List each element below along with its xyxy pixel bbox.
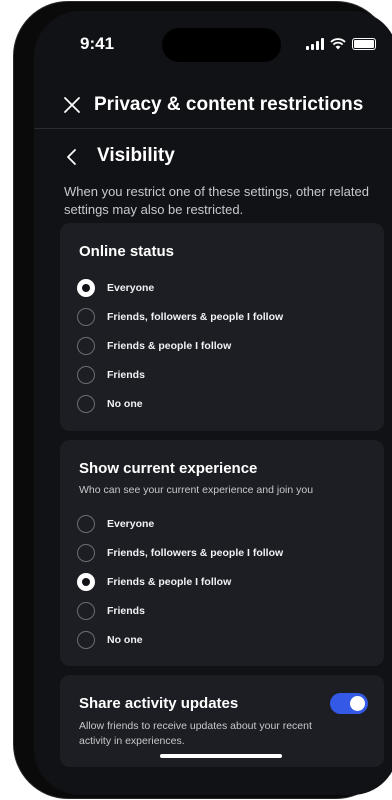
radio-selected[interactable] — [77, 573, 95, 591]
option-label: Friends — [107, 605, 145, 617]
radio-selected[interactable] — [77, 279, 95, 297]
experience-option-friends-followers-following[interactable]: Friends, followers & people I follow — [77, 542, 367, 564]
option-label: Friends — [107, 369, 145, 381]
page-title: Privacy & content restrictions — [94, 94, 364, 115]
radio-unselected[interactable] — [77, 395, 95, 413]
online-status-option-no-one[interactable]: No one — [77, 393, 367, 415]
radio-unselected[interactable] — [77, 337, 95, 355]
current-experience-subtitle: Who can see your current experience and … — [79, 484, 314, 496]
activity-updates-title: Share activity updates — [79, 695, 239, 712]
phone-frame: 9:41 Privacy & content restrictions Visi… — [14, 2, 392, 798]
option-label: Friends, followers & people I follow — [107, 311, 284, 323]
online-status-option-friends-following[interactable]: Friends & people I follow — [77, 335, 367, 357]
home-indicator[interactable] — [160, 754, 282, 758]
radio-unselected[interactable] — [77, 366, 95, 384]
app-screen: 9:41 Privacy & content restrictions Visi… — [34, 11, 392, 795]
online-status-title: Online status — [79, 243, 175, 260]
close-icon[interactable] — [62, 95, 82, 115]
option-label: No one — [107, 398, 143, 410]
cellular-signal-icon — [306, 38, 324, 50]
radio-unselected[interactable] — [77, 515, 95, 533]
section-title: Visibility — [97, 145, 175, 166]
radio-unselected[interactable] — [77, 631, 95, 649]
section-description: When you restrict one of these settings,… — [64, 184, 369, 217]
radio-unselected[interactable] — [77, 544, 95, 562]
option-label: Friends, followers & people I follow — [107, 547, 284, 559]
top-bar: Privacy & content restrictions — [34, 85, 392, 129]
option-label: Everyone — [107, 282, 155, 294]
experience-option-friends-following[interactable]: Friends & people I follow — [77, 571, 367, 593]
experience-option-everyone[interactable]: Everyone — [77, 513, 367, 535]
current-experience-card: Show current experience Who can see your… — [60, 440, 384, 666]
radio-unselected[interactable] — [77, 308, 95, 326]
current-experience-title: Show current experience — [79, 460, 258, 477]
experience-option-no-one[interactable]: No one — [77, 629, 367, 651]
online-status-option-friends[interactable]: Friends — [77, 364, 367, 386]
status-time: 9:41 — [80, 34, 115, 53]
chevron-left-icon[interactable] — [64, 148, 80, 166]
dynamic-island — [162, 28, 281, 62]
status-icons — [306, 38, 376, 50]
wifi-icon — [330, 38, 346, 50]
activity-updates-subtitle: Allow friends to receive updates about y… — [79, 720, 312, 747]
radio-unselected[interactable] — [77, 602, 95, 620]
activity-updates-toggle[interactable] — [330, 693, 368, 714]
battery-icon — [352, 38, 376, 50]
option-label: Friends & people I follow — [107, 340, 232, 352]
option-label: No one — [107, 634, 143, 646]
option-label: Everyone — [107, 518, 155, 530]
toggle-knob — [350, 696, 365, 711]
online-status-option-friends-followers-following[interactable]: Friends, followers & people I follow — [77, 306, 367, 328]
option-label: Friends & people I follow — [107, 576, 232, 588]
online-status-option-everyone[interactable]: Everyone — [77, 277, 367, 299]
online-status-card: Online status Everyone Friends, follower… — [60, 223, 384, 431]
experience-option-friends[interactable]: Friends — [77, 600, 367, 622]
